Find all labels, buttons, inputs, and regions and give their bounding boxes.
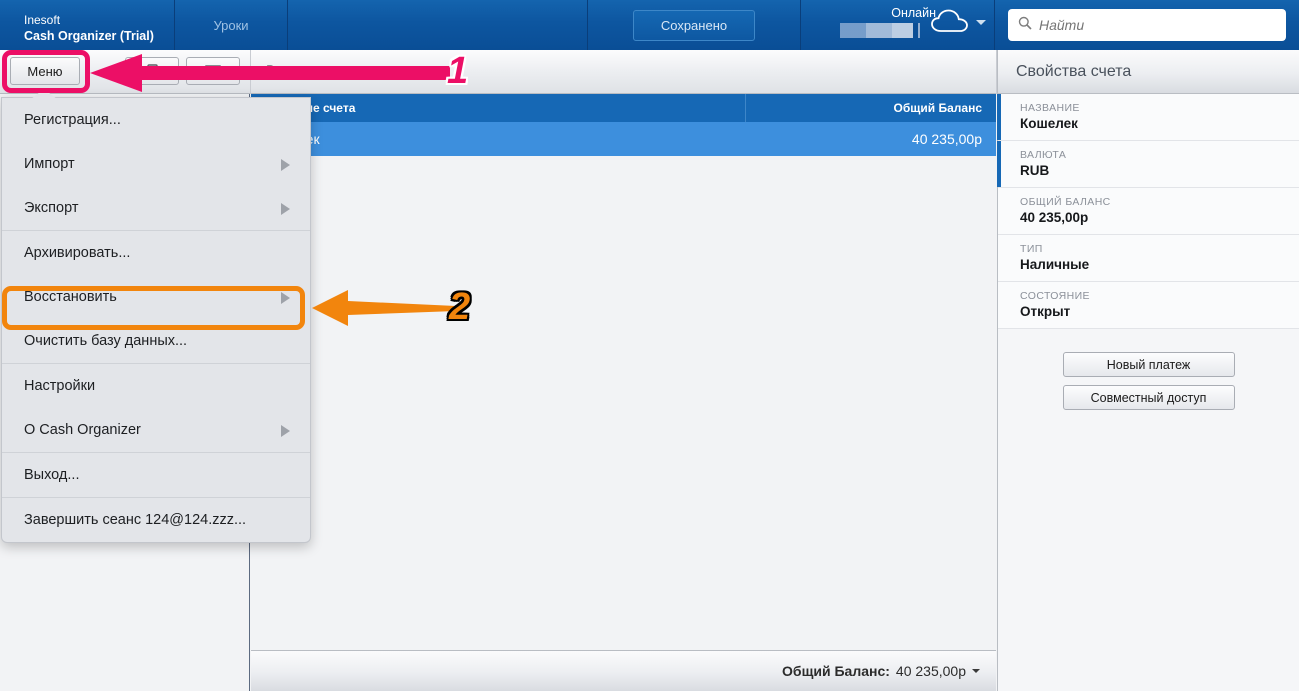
reports-view-button[interactable] <box>186 57 240 85</box>
column-header-name[interactable]: Название счета <box>251 94 746 122</box>
property-value: Кошелек <box>1020 116 1078 131</box>
search-area <box>995 0 1299 50</box>
menu-item-restore[interactable]: Восстановить <box>2 275 310 319</box>
app-brand: Inesoft Cash Organizer (Trial) <box>0 0 174 50</box>
brand-product: Cash Organizer (Trial) <box>24 28 154 43</box>
properties-list: НАЗВАНИЕ Кошелек ВАЛЮТА RUB ОБЩИЙ БАЛАНС… <box>997 94 1299 329</box>
property-value: RUB <box>1020 163 1050 178</box>
menu-item-clear-database[interactable]: Очистить базу данных... <box>2 319 310 363</box>
chevron-down-icon[interactable] <box>976 20 986 25</box>
properties-actions: Новый платеж Совместный доступ <box>998 329 1299 410</box>
menu-item-end-session[interactable]: Завершить сеанс 124@124.zzz... <box>2 498 310 542</box>
property-key: ОБЩИЙ БАЛАНС <box>1020 196 1111 208</box>
account-name-cell: Кошелек <box>251 131 746 147</box>
accounts-view-button[interactable] <box>125 57 179 85</box>
status-bar: Общий Баланс: 40 235,00р <box>251 650 996 691</box>
view-title: Все счета <box>266 62 330 78</box>
account-balance-cell: 40 235,00р <box>911 131 982 147</box>
total-balance-label: Общий Баланс: <box>782 663 890 679</box>
chevron-right-icon <box>281 159 290 171</box>
chevron-right-icon <box>281 292 290 304</box>
menu-item-label: Экспорт <box>24 200 79 216</box>
property-row-currency: ВАЛЮТА RUB <box>997 141 1299 188</box>
account-properties-panel: Свойства счета НАЗВАНИЕ Кошелек ВАЛЮТА R… <box>997 50 1299 691</box>
property-key: ВАЛЮТА <box>1020 149 1067 161</box>
menu-item-label: Настройки <box>24 378 96 394</box>
lessons-link[interactable]: Уроки <box>175 0 287 50</box>
menu-item-label: Импорт <box>24 156 75 172</box>
menu-item-export[interactable]: Экспорт <box>2 186 310 230</box>
total-balance-value: 40 235,00р <box>895 663 966 679</box>
table-row[interactable]: Кошелек 40 235,00р <box>251 122 996 156</box>
property-key: ТИП <box>1020 243 1043 255</box>
property-row-name: НАЗВАНИЕ Кошелек <box>997 94 1299 141</box>
chevron-down-icon[interactable] <box>972 669 980 673</box>
property-value: Открыт <box>1020 304 1071 319</box>
search-box[interactable] <box>1008 9 1286 41</box>
property-row-state: СОСТОЯНИЕ Открыт <box>998 282 1299 329</box>
property-value: 40 235,00р <box>1020 210 1089 225</box>
menu-item-label: Выход... <box>24 467 80 483</box>
column-header-balance[interactable]: Общий Баланс <box>746 94 996 122</box>
property-row-type: ТИП Наличные <box>998 235 1299 282</box>
menu-item-registration[interactable]: Регистрация... <box>2 98 310 142</box>
toolbar-divider <box>250 50 251 94</box>
search-input[interactable] <box>1039 17 1276 33</box>
chevron-right-icon <box>281 203 290 215</box>
account-name-redacted <box>840 23 920 38</box>
new-payment-button[interactable]: Новый платеж <box>1062 352 1235 377</box>
saved-area: Сохранено <box>588 0 800 50</box>
online-status-area[interactable]: Онлайн <box>801 0 994 50</box>
menu-item-settings[interactable]: Настройки <box>2 364 310 408</box>
menu-item-label: Очистить базу данных... <box>24 333 188 349</box>
main-menu-dropdown: Регистрация... Импорт Экспорт Архивирова… <box>1 89 311 543</box>
menu-item-exit[interactable]: Выход... <box>2 453 310 497</box>
saved-button[interactable]: Сохранено <box>633 9 755 41</box>
search-icon <box>1018 16 1032 35</box>
property-row-total-balance: ОБЩИЙ БАЛАНС 40 235,00р <box>998 188 1299 235</box>
grid-header-row: Название счета Общий Баланс <box>251 94 996 122</box>
properties-title: Свойства счета <box>998 50 1299 94</box>
menu-item-import[interactable]: Импорт <box>2 142 310 186</box>
header-spacer <box>288 0 587 50</box>
app-header: Inesoft Cash Organizer (Trial) Уроки Сох… <box>0 0 1299 50</box>
menu-item-label: Завершить сеанс 124@124.zzz... <box>24 512 247 528</box>
menu-item-label: О Cash Organizer <box>24 422 141 438</box>
chevron-right-icon <box>281 425 290 437</box>
menu-item-label: Архивировать... <box>24 245 131 261</box>
menu-item-label: Регистрация... <box>24 112 121 128</box>
shared-access-button[interactable]: Совместный доступ <box>1062 385 1235 410</box>
menu-button[interactable]: Меню <box>10 57 80 85</box>
menu-item-about[interactable]: О Cash Organizer <box>2 408 310 452</box>
property-key: СОСТОЯНИЕ <box>1020 290 1090 302</box>
cloud-icon <box>930 9 970 40</box>
property-value: Наличные <box>1020 257 1090 272</box>
property-key: НАЗВАНИЕ <box>1020 102 1080 114</box>
brand-company: Inesoft <box>24 12 61 27</box>
menu-item-label: Восстановить <box>24 289 117 305</box>
accounts-grid: Название счета Общий Баланс Кошелек 40 2… <box>251 94 996 650</box>
menu-item-archive[interactable]: Архивировать... <box>2 231 310 275</box>
